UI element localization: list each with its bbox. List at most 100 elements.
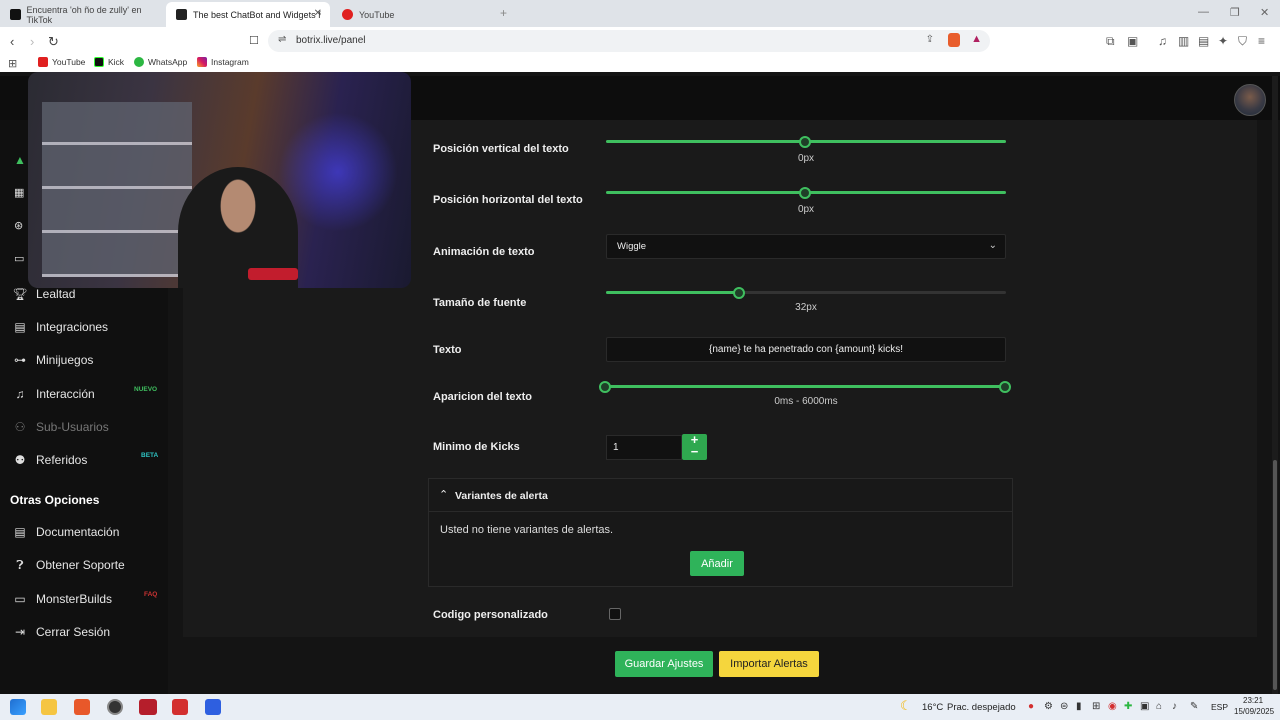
appearance-label: Aparicion del texto — [433, 391, 533, 403]
bookmark-youtube[interactable]: YouTube — [38, 57, 85, 67]
tab-youtube[interactable]: YouTube — [332, 2, 492, 27]
alert-variants-header[interactable]: ⌃ Variantes de alerta — [429, 479, 1012, 512]
minus-icon[interactable]: − — [682, 445, 707, 458]
network-icon[interactable]: ⌂ — [1156, 701, 1162, 712]
book-icon: ▤ — [14, 525, 26, 539]
pen-icon[interactable]: ✎ — [1190, 701, 1198, 712]
sidebar-item-interaccion[interactable]: ♫ Interacción — [12, 383, 95, 405]
share-icon[interactable]: ⇪ — [926, 34, 934, 45]
font-size-value: 32px — [795, 302, 817, 313]
import-alerts-button[interactable]: Importar Alertas — [719, 651, 819, 677]
vertical-position-value: 0px — [797, 153, 815, 164]
avatar[interactable] — [1234, 84, 1266, 116]
obs-icon[interactable] — [107, 699, 123, 715]
volume-icon[interactable]: ♪ — [1172, 701, 1177, 712]
app-red-icon[interactable] — [172, 699, 188, 715]
menu-icon[interactable]: ≡ — [1258, 34, 1265, 48]
media-icon[interactable]: ♫ — [1158, 34, 1167, 48]
app-icon[interactable] — [139, 699, 157, 715]
vertical-position-thumb[interactable] — [799, 135, 811, 148]
app-blue-icon[interactable] — [205, 699, 221, 715]
sidebar-item-minijuegos[interactable]: ⊶ Minijuegos — [12, 349, 93, 371]
vpn-icon[interactable]: ⛉ — [1238, 34, 1247, 49]
bookmark-icon[interactable]: ☐ — [249, 34, 259, 47]
window-close-icon[interactable]: ✕ — [1260, 6, 1269, 19]
windows-start-icon[interactable] — [10, 699, 26, 715]
sidebar-item-documentacion[interactable]: ▤ Documentación — [12, 521, 119, 543]
horizontal-position-thumb[interactable] — [799, 186, 811, 199]
bookmarks-bar: ⊞ YouTube Kick WhatsApp Instagram — [0, 55, 1280, 72]
scrollbar-thumb[interactable] — [1273, 460, 1277, 690]
brave-rewards-icon[interactable]: ▲ — [971, 33, 982, 45]
id-card-icon: ▭ — [14, 253, 25, 265]
page-scrollbar[interactable] — [1272, 76, 1278, 694]
tab-label: Encuentra 'oh ño de zully' en TikTok — [26, 4, 142, 25]
back-icon[interactable]: ‹ — [10, 34, 14, 49]
bookmark-label: YouTube — [52, 57, 86, 67]
sidebar-item-integraciones[interactable]: ▤ Integraciones — [12, 316, 108, 338]
new-tab-icon[interactable]: + — [500, 6, 507, 20]
animation-select[interactable]: Wiggle ⌄ — [606, 234, 1006, 259]
tab-botrix[interactable]: The best ChatBot and Widgets f ✕ — [166, 2, 330, 27]
people-icon: ⚉ — [14, 453, 26, 467]
tab-label: YouTube — [359, 9, 395, 20]
close-icon[interactable]: ✕ — [314, 8, 322, 19]
sidebar-item-referidos[interactable]: ⚉ Referidos — [12, 449, 88, 471]
question-icon: ❓︎ — [16, 557, 24, 572]
sidebar-item-cerrar-sesion[interactable]: ⇥ Cerrar Sesión — [12, 621, 110, 643]
record-icon[interactable]: ● — [1028, 701, 1034, 712]
text-label: Texto — [433, 344, 462, 356]
appearance-range-slider[interactable] — [606, 385, 1006, 388]
sidebar-item-sub-usuarios[interactable]: ⚇ Sub-Usuarios — [12, 416, 109, 438]
tray-icon[interactable]: ⊞ — [1092, 701, 1100, 712]
language-indicator[interactable]: ESP — [1211, 702, 1228, 712]
minimize-icon[interactable]: — — [1198, 6, 1209, 18]
brave-shield-icon[interactable] — [948, 33, 960, 47]
tray-icon[interactable]: ⊜ — [1060, 701, 1068, 712]
alert-variants-empty: Usted no tiene variantes de alertas. — [440, 524, 614, 536]
chevron-up-icon: ⌃ — [439, 489, 449, 501]
restore-icon[interactable]: ❐ — [1230, 6, 1240, 19]
site-info-icon[interactable]: ⇌ — [278, 34, 286, 45]
leo-icon[interactable]: ✦ — [1218, 34, 1228, 48]
reload-icon[interactable]: ↻ — [48, 34, 59, 50]
quantity-stepper[interactable]: + − — [682, 433, 707, 460]
extensions-icon[interactable]: ⧉ — [1106, 34, 1115, 49]
min-kicks-input[interactable]: 1 — [606, 435, 682, 460]
file-explorer-icon[interactable] — [41, 699, 57, 715]
sidebar-item-monsterbuilds[interactable]: ▭ MonsterBuilds — [12, 588, 112, 610]
bookmark-kick[interactable]: Kick — [94, 57, 124, 67]
save-settings-button[interactable]: Guardar Ajustes — [615, 651, 713, 677]
custom-code-checkbox[interactable] — [609, 608, 621, 620]
tray-icon[interactable]: ▮ — [1076, 701, 1082, 712]
apps-grid-icon[interactable]: ⊞ — [8, 57, 17, 70]
clock-date[interactable]: 15/09/2025 — [1234, 707, 1274, 716]
tray-icon[interactable]: ✚ — [1124, 701, 1132, 712]
font-size-thumb[interactable] — [733, 286, 745, 299]
url-field[interactable]: ⇌ botrix.live/panel ⇪ ▲ — [268, 30, 990, 52]
min-kicks-label: Minimo de Kicks — [433, 441, 520, 453]
sidebar-icon[interactable]: ▥ — [1178, 34, 1189, 48]
alert-text-input[interactable]: {name} te ha penetrado con {amount} kick… — [606, 337, 1006, 362]
brave-icon[interactable] — [74, 699, 90, 715]
bookmark-whatsapp[interactable]: WhatsApp — [134, 57, 187, 67]
font-size-label: Tamaño de fuente — [433, 297, 527, 309]
add-variant-button[interactable]: Añadir — [690, 551, 744, 576]
appearance-min-thumb[interactable] — [599, 380, 611, 393]
clock-time[interactable]: 23:21 — [1243, 696, 1263, 705]
sidebar-item-soporte[interactable]: ❓︎ Obtener Soporte — [12, 554, 124, 576]
wallet-icon[interactable]: ▤ — [1198, 34, 1209, 48]
alert-variants-title: Variantes de alerta — [455, 490, 548, 502]
screenshot-icon[interactable]: ▣ — [1127, 34, 1138, 48]
bookmark-instagram[interactable]: Instagram — [197, 57, 249, 67]
tray-icon[interactable]: ▣ — [1140, 701, 1149, 712]
youtube-icon — [342, 9, 353, 20]
tray-icon[interactable]: ◉ — [1108, 701, 1117, 712]
appearance-max-thumb[interactable] — [999, 380, 1011, 393]
address-toolbar: ‹ › ↻ ☐ ⇌ botrix.live/panel ⇪ ▲ ⧉ ▣ ♫ ▥ … — [0, 27, 1280, 55]
tray-icon[interactable]: ⚙ — [1044, 701, 1053, 712]
warning-icon: ▲ — [14, 153, 26, 167]
forward-icon[interactable]: › — [30, 34, 34, 49]
weather-desc: Prac. despejado — [947, 702, 1016, 713]
tab-tiktok[interactable]: Encuentra 'oh ño de zully' en TikTok — [0, 2, 163, 27]
